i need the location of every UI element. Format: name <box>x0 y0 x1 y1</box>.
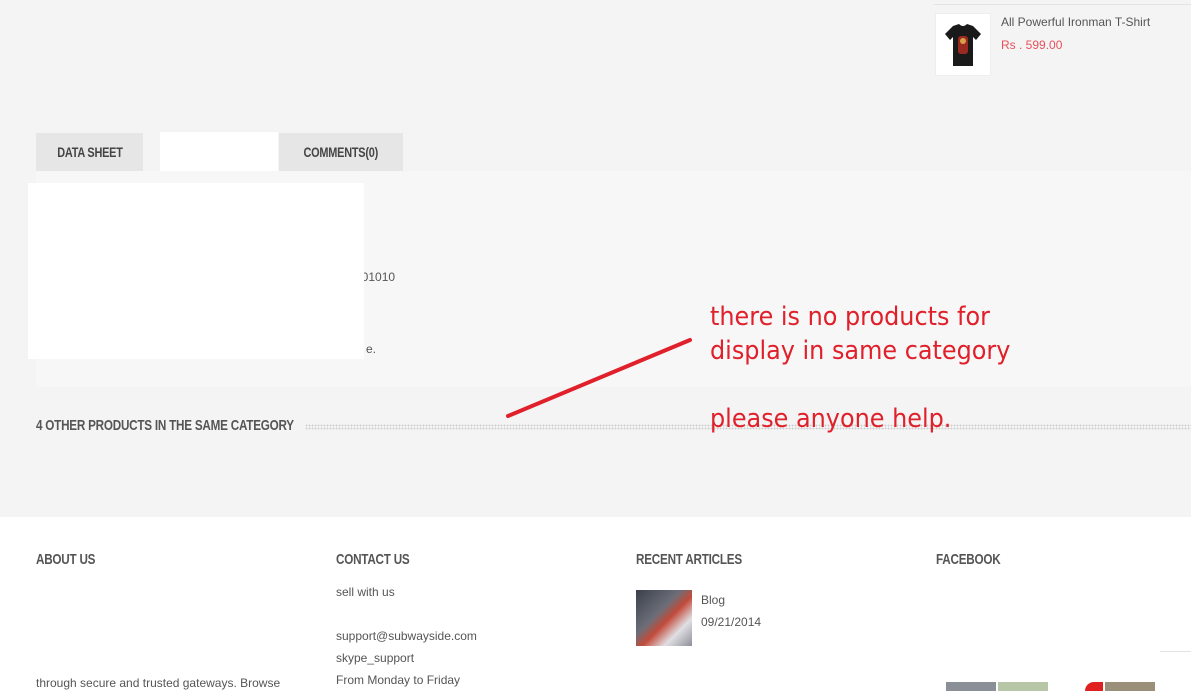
tab-comments[interactable]: COMMENTS(0) <box>279 133 403 171</box>
tab-label: COMMENTS(0) <box>303 144 379 160</box>
contact-skype: skype_support <box>336 651 415 665</box>
redacted-area <box>28 183 364 359</box>
annotation-arrow-line <box>506 338 692 418</box>
facebook-fan-photo[interactable] <box>998 682 1048 691</box>
sidebar-divider <box>934 4 1191 5</box>
product-thumbnail[interactable] <box>935 13 991 76</box>
widget-border <box>1160 651 1191 652</box>
tab-label: DATA SHEET <box>56 144 123 160</box>
footer-articles-title: RECENT ARTICLES <box>636 551 742 568</box>
footer <box>0 517 1191 691</box>
facebook-fan-photo[interactable] <box>1105 682 1155 691</box>
article-thumbnail[interactable] <box>636 590 692 646</box>
footer-about-text: through secure and trusted gateways. Bro… <box>36 676 281 690</box>
footer-about-title: ABOUT US <box>36 551 96 568</box>
tab-data-sheet[interactable]: DATA SHEET <box>36 133 143 171</box>
article-title-link[interactable]: Blog <box>701 593 725 607</box>
contact-email-link[interactable]: support@subwayside.com <box>336 629 477 643</box>
other-products-heading: 4 OTHER PRODUCTS IN THE SAME CATEGORY <box>36 417 294 434</box>
footer-contact-title: CONTACT US <box>336 551 410 568</box>
annotation-text-line-2: display in same category <box>710 336 1011 366</box>
facebook-fan-photo[interactable] <box>1085 682 1103 691</box>
article-date: 09/21/2014 <box>701 615 762 629</box>
tab-active-redacted[interactable] <box>160 132 278 172</box>
footer-facebook-title: FACEBOOK <box>936 551 1001 568</box>
annotation-text-line-1: there is no products for <box>710 302 990 332</box>
contact-sell-link[interactable]: sell with us <box>336 585 395 599</box>
facebook-fan-photo[interactable] <box>946 682 996 691</box>
product-price: Rs . 599.00 <box>1001 38 1063 52</box>
annotation-text-line-3: please anyone help. <box>710 404 952 434</box>
contact-hours: From Monday to Friday <box>336 673 461 687</box>
tshirt-icon <box>945 23 981 66</box>
panel-text-fragment: e. <box>366 342 377 356</box>
product-name-link[interactable]: All Powerful Ironman T-Shirt <box>1001 15 1150 29</box>
